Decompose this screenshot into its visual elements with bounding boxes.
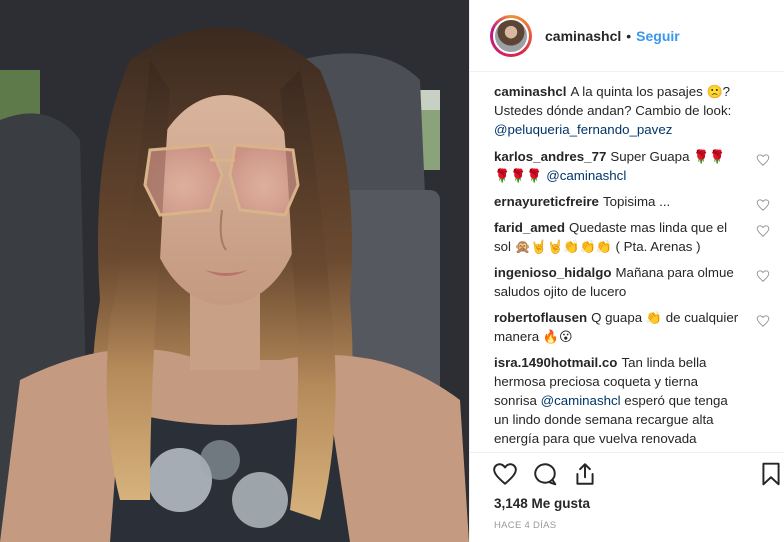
- header-username[interactable]: caminashcl: [545, 28, 621, 44]
- comment-item: ernayureticfreire Topisima ...: [494, 192, 770, 211]
- comment-like-heart-icon[interactable]: [756, 224, 770, 238]
- follow-button[interactable]: Seguir: [636, 28, 680, 44]
- comment-like-heart-icon[interactable]: [756, 269, 770, 283]
- comment-icon[interactable]: [532, 461, 558, 487]
- post-sidebar: caminashcl • Seguir caminashcl A la quint…: [469, 0, 784, 542]
- post-photo[interactable]: [0, 0, 469, 542]
- avatar-story-ring[interactable]: [490, 14, 532, 57]
- comment-username[interactable]: ingenioso_hidalgo: [494, 265, 611, 280]
- caption: caminashcl A la quinta los pasajes 🙁? Ust…: [494, 82, 770, 139]
- comment-text: Super Guapa: [610, 149, 690, 164]
- bookmark-icon[interactable]: [758, 461, 784, 487]
- comment-text: Q guapa: [591, 310, 643, 325]
- action-bar: [470, 452, 784, 496]
- comment-username[interactable]: karlos_andres_77: [494, 149, 606, 164]
- comment-like-heart-icon[interactable]: [756, 153, 770, 167]
- comment-like-heart-icon[interactable]: [756, 198, 770, 212]
- comment-mention-link[interactable]: @caminashcl: [541, 393, 621, 408]
- comment-item: ingenioso_hidalgo Mañana para olmue salud…: [494, 263, 770, 301]
- comment-text-2: ( Pta. Arenas ): [615, 239, 701, 254]
- post-header: caminashcl • Seguir: [470, 0, 784, 72]
- comment-item: farid_amed Quedaste mas linda que el sol …: [494, 218, 770, 256]
- share-icon[interactable]: [572, 461, 598, 487]
- caption-text: A la quinta los pasajes: [570, 84, 703, 99]
- comment-item: isra.1490hotmail.co Tan linda bella hermo…: [494, 353, 770, 448]
- heart-icon[interactable]: [492, 461, 518, 487]
- comment-username[interactable]: ernayureticfreire: [494, 194, 599, 209]
- comment-username[interactable]: farid_amed: [494, 220, 565, 235]
- caption-mention-link[interactable]: @peluqueria_fernando_pavez: [494, 122, 672, 137]
- comment-item: robertoflausen Q guapa 👏 de cualquier man…: [494, 308, 770, 346]
- selfie-image: [0, 0, 469, 542]
- comment-emoji: 👏: [645, 310, 662, 325]
- comment-text: Topisima ...: [602, 194, 671, 209]
- comment-username[interactable]: robertoflausen: [494, 310, 587, 325]
- caption-emoji: 🙁: [706, 84, 723, 99]
- post-timestamp[interactable]: HACE 4 DÍAS: [494, 520, 556, 531]
- caption-username[interactable]: caminashcl: [494, 84, 566, 99]
- comment-item: karlos_andres_77 Super Guapa 🌹🌹🌹🌹🌹 @camin…: [494, 147, 770, 185]
- comment-username[interactable]: isra.1490hotmail.co: [494, 355, 617, 370]
- comments-list[interactable]: caminashcl A la quinta los pasajes 🙁? Ust…: [494, 82, 770, 452]
- separator-dot: •: [626, 27, 632, 44]
- comment-emoji-2: 🔥😮: [542, 329, 573, 344]
- likes-count[interactable]: 3,148 Me gusta: [494, 496, 590, 511]
- avatar[interactable]: [493, 17, 529, 54]
- comment-mention-link[interactable]: @caminashcl: [546, 168, 626, 183]
- comment-emoji: 🙊🤘🤘👏👏👏: [514, 239, 612, 254]
- comment-like-heart-icon[interactable]: [756, 314, 770, 328]
